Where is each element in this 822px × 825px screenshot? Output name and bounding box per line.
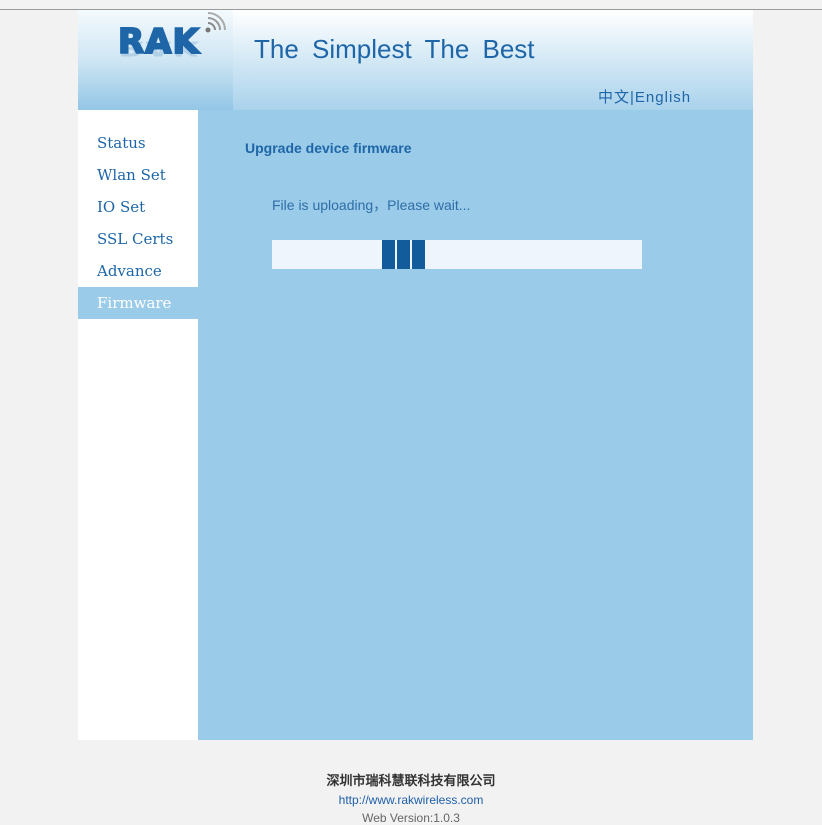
page-frame: RAK RAK The Simplest The Best 中文|English… — [78, 10, 753, 740]
language-switch: 中文|English — [598, 86, 691, 107]
sidebar-item-ssl-certs[interactable]: SSL Certs — [78, 223, 198, 255]
wifi-icon — [205, 12, 226, 33]
upload-progress-bar — [272, 240, 642, 269]
progress-block — [397, 240, 410, 269]
lang-english-link[interactable]: English — [635, 89, 691, 106]
sidebar: Status Wlan Set IO Set SSL Certs Advance… — [78, 110, 198, 740]
main-panel: Upgrade device firmware File is uploadin… — [198, 110, 753, 740]
page-title: Upgrade device firmware — [245, 140, 412, 156]
header: RAK RAK The Simplest The Best 中文|English — [78, 10, 753, 110]
upload-status-text: File is uploading，Please wait... — [272, 197, 471, 213]
company-name: 深圳市瑞科慧联科技有限公司 — [326, 774, 496, 789]
lang-chinese-link[interactable]: 中文 — [598, 89, 630, 106]
sidebar-item-io-set[interactable]: IO Set — [78, 191, 198, 223]
sidebar-item-status[interactable]: Status — [78, 127, 198, 159]
progress-block — [382, 240, 395, 269]
web-version: Web Version:1.0.3 — [362, 811, 460, 825]
footer: 深圳市瑞科慧联科技有限公司 http://www.rakwireless.com… — [0, 770, 822, 825]
sidebar-item-advance[interactable]: Advance — [78, 255, 198, 287]
progress-block — [412, 240, 425, 269]
logo-reflection: RAK — [118, 36, 200, 60]
website-link[interactable]: http://www.rakwireless.com — [0, 793, 822, 807]
logo: RAK RAK — [78, 10, 233, 110]
sidebar-item-firmware[interactable]: Firmware — [78, 287, 198, 319]
slogan: The Simplest The Best — [254, 34, 535, 64]
sidebar-item-wlan-set[interactable]: Wlan Set — [78, 159, 198, 191]
